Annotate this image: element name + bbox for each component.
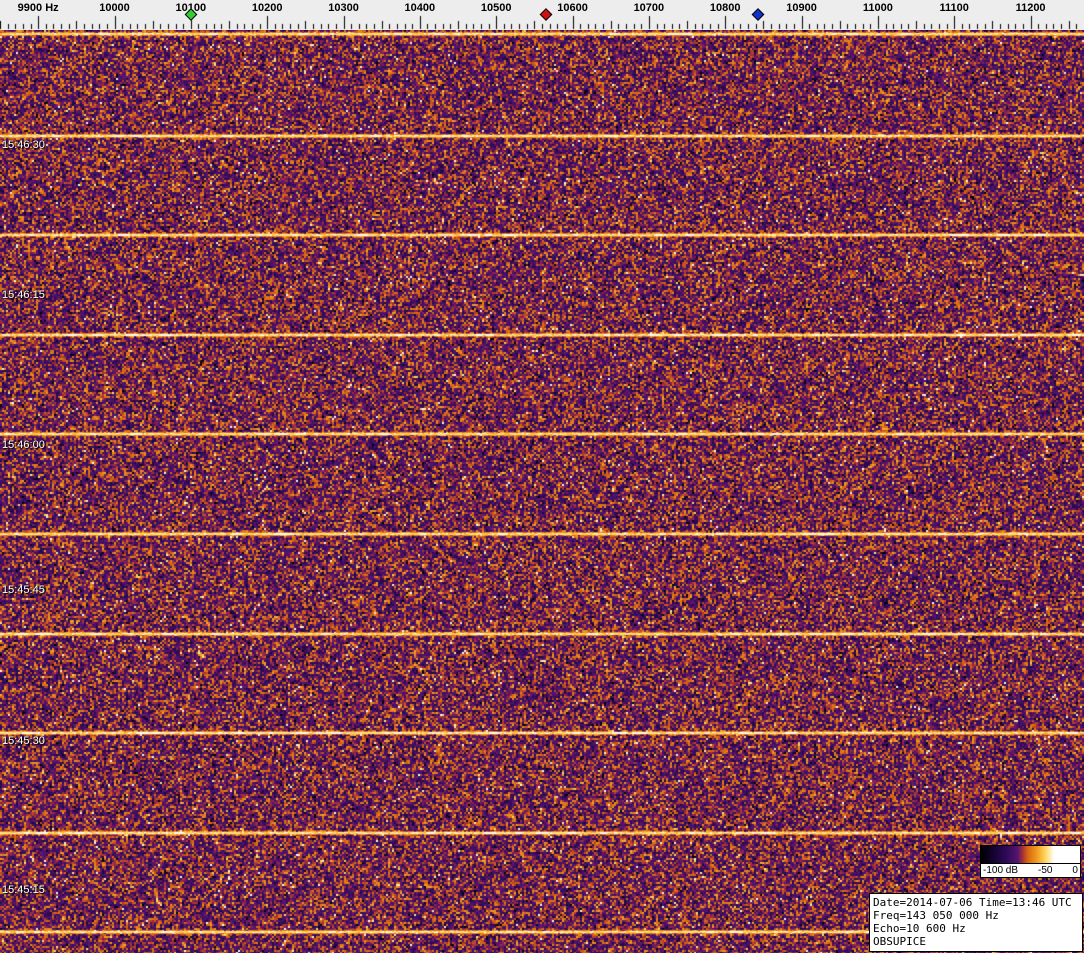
status-info-box: Date=2014-07-06 Time=13:46 UTC Freq=143 … [869,893,1083,952]
freq-tick-label: 11000 [863,2,893,14]
legend-min-label: -100 dB [983,865,1018,876]
color-scale-legend: -100 dB -50 0 [980,845,1081,878]
time-label: 15:45:30 [2,735,45,747]
spectrogram-window: 9900 Hz100001010010200103001040010500106… [0,0,1084,953]
info-observatory: OBSUPICE [873,935,1079,948]
info-date-time: Date=2014-07-06 Time=13:46 UTC [873,896,1079,909]
info-frequency: Freq=143 050 000 Hz [873,909,1079,922]
freq-tick-label: 10900 [786,2,817,14]
freq-tick-label: 9900 Hz [18,2,59,14]
legend-max-label: 0 [1072,865,1078,876]
time-label: 15:45:15 [2,884,45,896]
time-label: 15:45:45 [2,584,45,596]
freq-tick-label: 10300 [328,2,359,14]
freq-tick-label: 10500 [481,2,512,14]
waterfall-display: 15:46:30 15:46:15 15:46:00 15:45:45 15:45:30… [0,30,1084,953]
time-label: 15:46:00 [2,439,45,451]
waterfall-canvas[interactable] [0,30,1084,953]
freq-tick-label: 11100 [940,2,969,14]
freq-tick-label: 10200 [252,2,283,14]
frequency-ruler: 9900 Hz100001010010200103001040010500106… [0,0,1084,30]
time-label: 15:46:30 [2,139,45,151]
freq-tick-label: 10700 [634,2,665,14]
info-echo-freq: Echo=10 600 Hz [873,922,1079,935]
freq-tick-label: 10800 [710,2,741,14]
legend-mid-label: -50 [1038,865,1052,876]
freq-tick-label: 10000 [99,2,130,14]
color-scale-labels: -100 dB -50 0 [981,864,1080,877]
color-scale-gradient [981,846,1080,864]
freq-tick-label: 11200 [1016,2,1046,14]
freq-tick-label: 10600 [557,2,588,14]
freq-tick-label: 10400 [405,2,436,14]
time-label: 15:46:15 [2,289,45,301]
